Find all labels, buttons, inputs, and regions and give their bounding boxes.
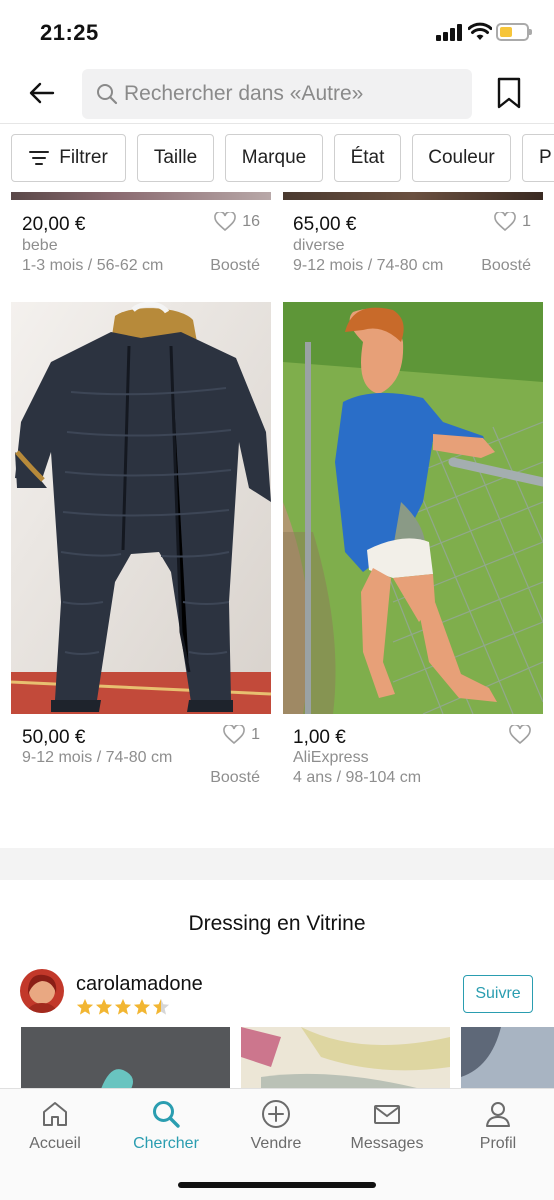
product-size: 4 ans / 98-104 cm xyxy=(293,769,422,786)
tab-label: Accueil xyxy=(29,1135,81,1152)
filter-chip-label: Taille xyxy=(153,147,198,168)
mail-icon xyxy=(374,1105,400,1124)
wifi-icon xyxy=(468,22,492,40)
item-thumbnail-photo xyxy=(241,1027,450,1089)
search-placeholder: Rechercher dans «Autre» xyxy=(124,82,364,105)
showcase-item-thumbnail[interactable] xyxy=(461,1027,554,1089)
filter-chip-label: État xyxy=(350,147,385,168)
filter-bar: Filtrer Taille Marque État Couleur P xyxy=(0,124,554,194)
item-thumbnail-photo xyxy=(21,1027,230,1089)
heart-icon xyxy=(223,725,245,745)
filter-chip-size[interactable]: Taille xyxy=(137,134,214,182)
filter-chip-color[interactable]: Couleur xyxy=(412,134,511,182)
filter-chip-label: Couleur xyxy=(428,147,495,168)
product-brand: bebe xyxy=(22,237,58,254)
bookmark-icon xyxy=(497,77,521,109)
product-price: 50,00 € xyxy=(22,727,86,748)
tab-search[interactable]: Chercher xyxy=(111,1099,221,1163)
tab-label: Messages xyxy=(350,1135,424,1152)
status-time: 21:25 xyxy=(40,20,99,45)
product-image[interactable] xyxy=(283,302,543,714)
tab-label: Profil xyxy=(479,1135,517,1152)
boosted-badge: Boosté xyxy=(481,257,531,274)
item-thumbnail-photo xyxy=(461,1027,554,1089)
product-price: 20,00 € xyxy=(22,214,86,235)
battery-icon xyxy=(496,23,532,41)
tab-label: Chercher xyxy=(133,1135,199,1152)
product-size: 1-3 mois / 56-62 cm xyxy=(22,257,164,274)
star-icon xyxy=(95,998,113,1015)
back-button[interactable] xyxy=(22,76,62,110)
filter-chip-condition[interactable]: État xyxy=(334,134,401,182)
snowsuit-photo xyxy=(11,302,271,714)
product-size: 9-12 mois / 74-80 cm xyxy=(22,749,173,766)
filter-chip-label: Filtrer xyxy=(59,147,108,168)
filter-button[interactable]: Filtrer xyxy=(11,134,126,182)
favorite-count: 1 xyxy=(522,213,531,230)
plus-circle-icon xyxy=(262,1100,290,1128)
product-card[interactable]: 65,00 € 1 diverse 9-12 mois / 74-80 cm B… xyxy=(293,212,543,284)
boosted-badge: Boosté xyxy=(210,769,260,786)
product-price: 1,00 € xyxy=(293,727,346,748)
product-price: 65,00 € xyxy=(293,214,357,235)
avatar[interactable] xyxy=(20,969,64,1013)
tab-label: Vendre xyxy=(250,1135,302,1152)
favorite-button[interactable] xyxy=(509,725,531,745)
tab-messages[interactable]: Messages xyxy=(332,1099,442,1163)
search-icon xyxy=(97,84,118,105)
favorite-button[interactable]: 16 xyxy=(214,212,260,232)
tab-home[interactable]: Accueil xyxy=(0,1099,110,1163)
favorite-button[interactable]: 1 xyxy=(494,212,531,232)
star-icon xyxy=(114,998,132,1015)
cellular-signal-icon xyxy=(436,24,464,41)
product-card[interactable]: 50,00 € 1 9-12 mois / 74-80 cm Boosté xyxy=(22,725,272,791)
search-icon xyxy=(153,1101,180,1128)
save-search-button[interactable] xyxy=(496,77,526,111)
follow-button[interactable]: Suivre xyxy=(463,975,533,1013)
filter-lines-icon xyxy=(29,151,50,165)
tab-profile[interactable]: Profil xyxy=(443,1099,553,1163)
showcase-item-thumbnail[interactable] xyxy=(21,1027,230,1089)
heart-icon xyxy=(214,212,237,232)
product-brand: AliExpress xyxy=(293,749,369,766)
favorite-count: 16 xyxy=(242,213,260,230)
section-divider xyxy=(0,848,554,880)
filter-chip-label: P xyxy=(539,147,552,168)
tab-sell[interactable]: Vendre xyxy=(221,1099,331,1163)
filter-chip-brand[interactable]: Marque xyxy=(225,134,323,182)
star-icon xyxy=(76,998,94,1015)
product-brand: diverse xyxy=(293,237,345,254)
user-icon xyxy=(486,1102,510,1127)
filter-chip-label: Marque xyxy=(241,147,307,168)
seller-rating xyxy=(76,998,170,1016)
product-image[interactable] xyxy=(11,302,271,714)
arrow-left-icon xyxy=(29,82,55,104)
heart-icon xyxy=(509,725,531,745)
product-card[interactable]: 1,00 € AliExpress 4 ans / 98-104 cm xyxy=(293,725,543,791)
seller-username[interactable]: carolamadone xyxy=(76,973,203,996)
product-image[interactable] xyxy=(283,192,543,200)
boosted-badge: Boosté xyxy=(210,257,260,274)
favorite-button[interactable]: 1 xyxy=(223,725,260,745)
product-size: 9-12 mois / 74-80 cm xyxy=(293,257,444,274)
filter-chip-price[interactable]: P xyxy=(522,134,554,182)
fence-photo xyxy=(283,302,543,714)
favorite-count: 1 xyxy=(251,726,260,743)
star-icon xyxy=(133,998,151,1015)
user-avatar-photo xyxy=(20,969,64,1013)
home-icon xyxy=(43,1102,67,1126)
showcase-item-thumbnail[interactable] xyxy=(241,1027,450,1089)
search-header: Rechercher dans «Autre» xyxy=(0,62,554,124)
search-input[interactable]: Rechercher dans «Autre» xyxy=(82,69,472,119)
home-indicator xyxy=(178,1182,376,1188)
showcase-title: Dressing en Vitrine xyxy=(188,912,366,935)
product-image[interactable] xyxy=(11,192,271,200)
heart-icon xyxy=(494,212,516,232)
status-bar: 21:25 xyxy=(0,0,554,62)
product-card[interactable]: 20,00 € 16 bebe 1-3 mois / 56-62 cm Boos… xyxy=(22,212,272,284)
star-icon xyxy=(152,998,170,1015)
